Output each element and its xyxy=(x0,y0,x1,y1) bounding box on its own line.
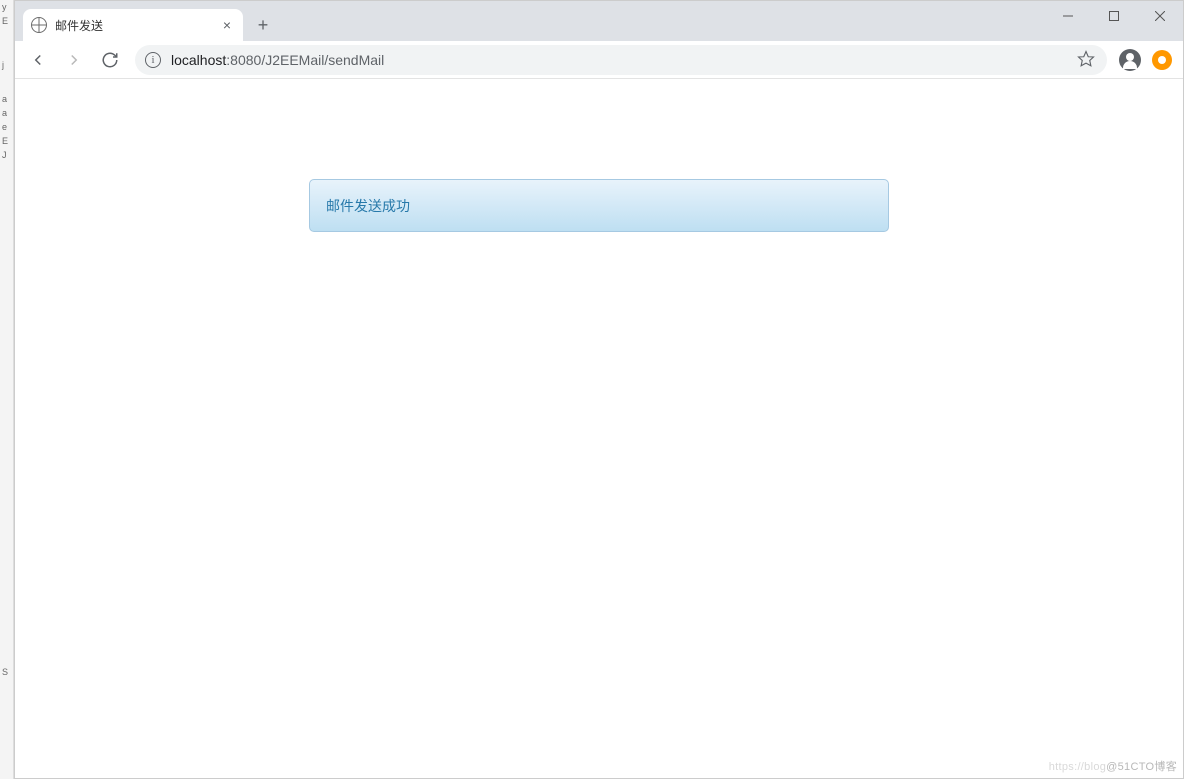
site-info-icon[interactable]: i xyxy=(145,52,161,68)
toolbar: i localhost:8080/J2EEMail/sendMail xyxy=(15,41,1183,79)
minimize-button[interactable] xyxy=(1045,1,1091,31)
extension-button[interactable] xyxy=(1147,45,1177,75)
bookmark-star-icon[interactable] xyxy=(1077,50,1097,70)
maximize-button[interactable] xyxy=(1091,1,1137,31)
back-button[interactable] xyxy=(21,45,55,75)
browser-window: 邮件发送 × + i xyxy=(14,0,1184,779)
close-tab-button[interactable]: × xyxy=(219,17,235,33)
new-tab-button[interactable]: + xyxy=(249,11,277,39)
reload-button[interactable] xyxy=(93,45,127,75)
globe-icon xyxy=(31,17,47,33)
window-controls xyxy=(1045,1,1183,31)
tab-title: 邮件发送 xyxy=(55,17,219,34)
background-editor-strip: y E j a a e E J S xyxy=(0,0,14,779)
page-content: 邮件发送成功 https://blog@51CTO博客 xyxy=(15,79,1183,778)
forward-button[interactable] xyxy=(57,45,91,75)
success-message-box: 邮件发送成功 xyxy=(309,179,889,232)
close-window-button[interactable] xyxy=(1137,1,1183,31)
address-bar[interactable]: i localhost:8080/J2EEMail/sendMail xyxy=(135,45,1107,75)
person-icon xyxy=(1119,49,1141,71)
profile-button[interactable] xyxy=(1115,45,1145,75)
browser-tab[interactable]: 邮件发送 × xyxy=(23,9,243,41)
url-path: /J2EEMail/sendMail xyxy=(261,52,384,68)
success-message-text: 邮件发送成功 xyxy=(326,196,410,216)
extension-icon xyxy=(1152,50,1172,70)
url-host: localhost xyxy=(171,52,226,68)
url-text: localhost:8080/J2EEMail/sendMail xyxy=(171,52,1077,68)
tab-strip: 邮件发送 × + xyxy=(15,1,277,41)
watermark: https://blog@51CTO博客 xyxy=(1049,758,1177,774)
titlebar: 邮件发送 × + xyxy=(15,1,1183,41)
url-port: :8080 xyxy=(226,52,261,68)
